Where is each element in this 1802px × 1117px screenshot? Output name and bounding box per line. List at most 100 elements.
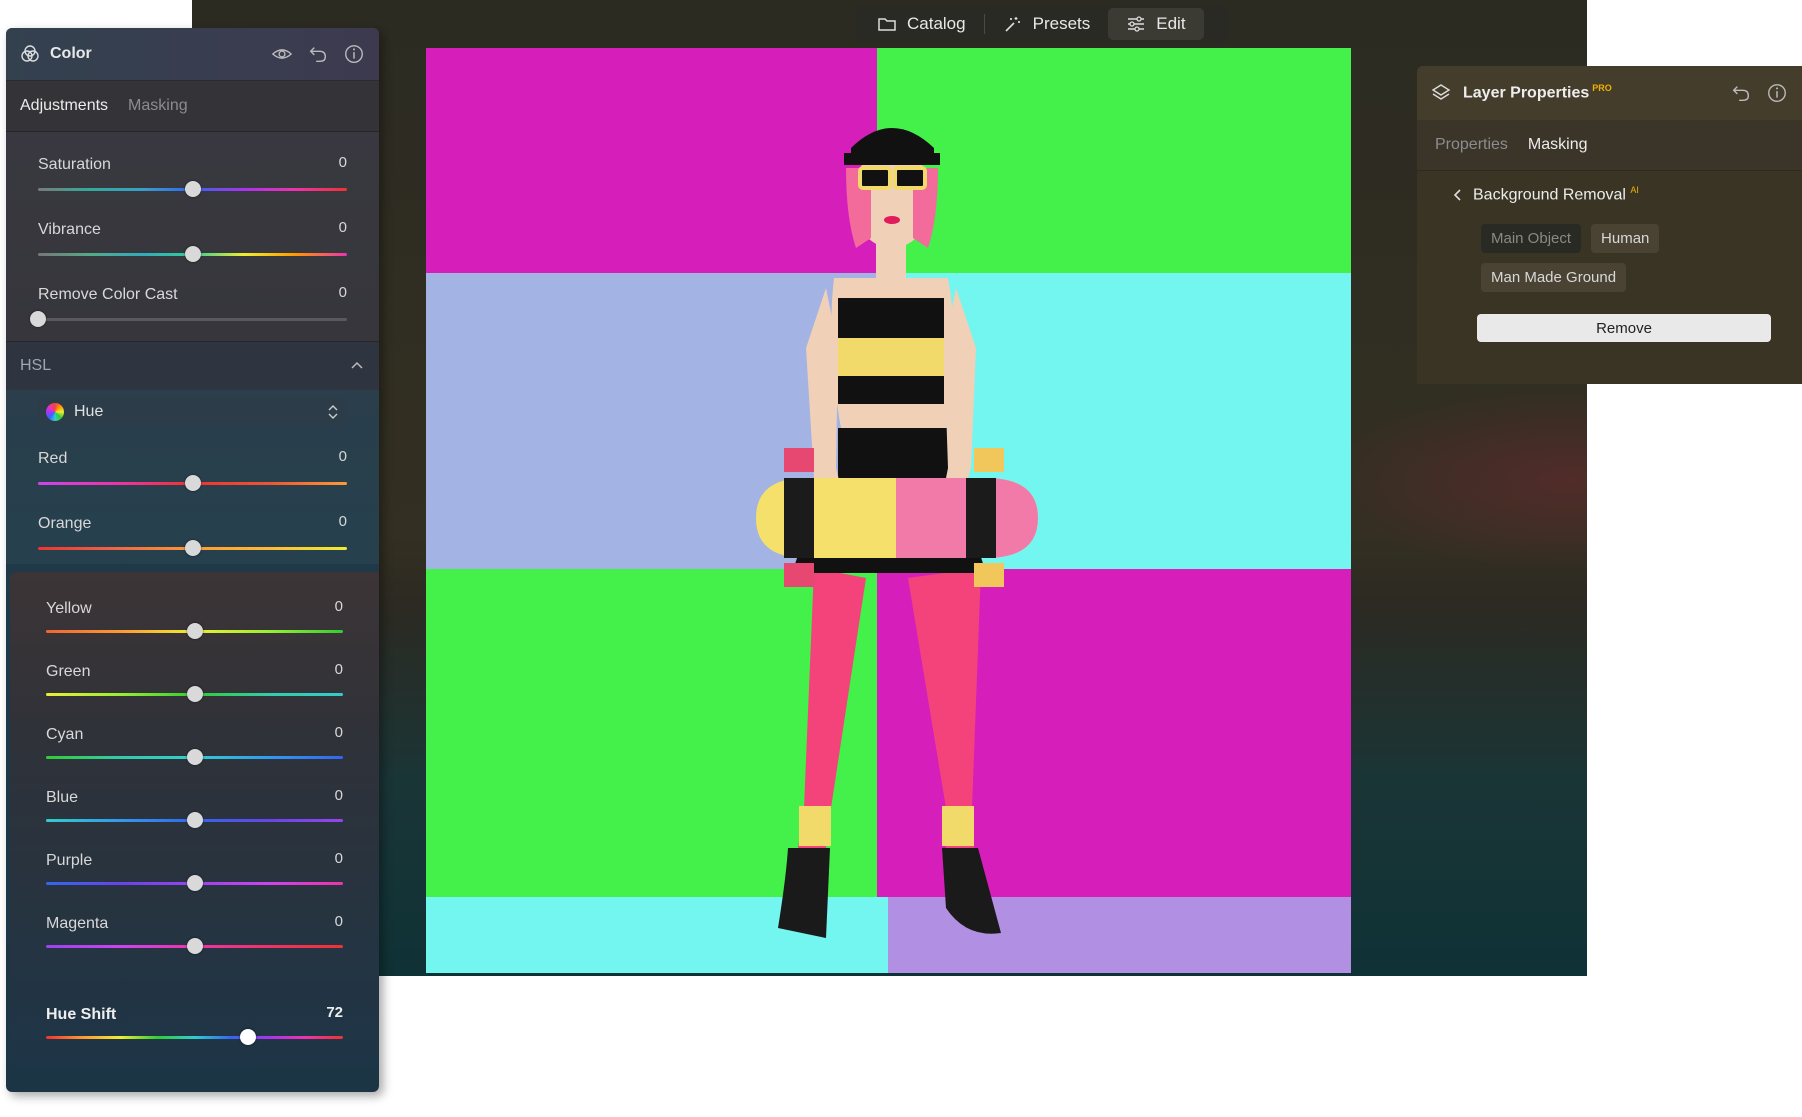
ai-badge: AI	[1630, 185, 1639, 195]
undo-icon[interactable]	[307, 43, 329, 65]
orange-label: Orange	[38, 515, 92, 532]
yellow-label: Yellow	[46, 600, 92, 617]
background-removal-text: Background Removal	[1473, 186, 1626, 204]
red-label: Red	[38, 450, 68, 467]
presets-button[interactable]: Presets	[985, 8, 1109, 40]
folder-icon	[878, 18, 896, 31]
magenta-value: 0	[334, 913, 343, 930]
layer-panel-tabs: Properties Masking	[1417, 120, 1802, 171]
pro-badge: PRO	[1592, 83, 1612, 94]
background-removal-back[interactable]: Background Removal AI	[1453, 185, 1784, 204]
orange-value: 0	[338, 513, 347, 530]
color-panel: Color Adjustments Masking Saturation 0 V…	[6, 28, 379, 1092]
hue-shift-knob[interactable]	[239, 1029, 256, 1045]
edit-label: Edit	[1156, 14, 1186, 33]
saturation-knob[interactable]	[184, 181, 201, 197]
cyan-value: 0	[334, 724, 343, 741]
magenta-label: Magenta	[46, 915, 109, 932]
color-panel-tabs: Adjustments Masking	[6, 81, 379, 131]
green-value: 0	[334, 661, 343, 678]
sliders-icon	[1128, 16, 1145, 32]
hsl-body: Hue Red 0 Orange 0	[6, 390, 379, 564]
chip-main-object[interactable]: Main Object	[1481, 224, 1582, 254]
remove-color-cast-value: 0	[338, 284, 347, 301]
presets-label: Presets	[1032, 14, 1091, 33]
purple-label: Purple	[46, 852, 93, 869]
undo-icon[interactable]	[1730, 82, 1752, 104]
color-circles-icon	[21, 45, 39, 62]
layer-panel-header: Layer Properties PRO	[1417, 66, 1802, 120]
model-figure	[756, 128, 1038, 938]
red-slider[interactable]: Red 0	[6, 432, 379, 497]
blue-slider[interactable]: Blue 0	[10, 769, 379, 832]
tab-layer-masking[interactable]: Masking	[1528, 136, 1588, 154]
info-icon[interactable]	[343, 43, 365, 65]
object-chips: Main Object Human Man Made Ground	[1481, 224, 1721, 293]
color-panel-title: Color	[50, 45, 92, 62]
tab-masking[interactable]: Masking	[128, 97, 188, 115]
blue-label: Blue	[46, 789, 79, 806]
hue-shift-label: Hue Shift	[46, 1006, 117, 1023]
red-knob[interactable]	[184, 475, 201, 491]
saturation-value: 0	[338, 154, 347, 171]
remove-color-cast-label: Remove Color Cast	[38, 286, 178, 303]
magenta-knob[interactable]	[186, 938, 203, 954]
magic-wand-icon	[1005, 17, 1020, 32]
chevron-left-icon	[1453, 189, 1461, 201]
green-label: Green	[46, 663, 91, 680]
tab-properties[interactable]: Properties	[1435, 136, 1508, 154]
hue-shift-value: 72	[326, 1004, 343, 1021]
hue-shift-track[interactable]	[46, 1036, 343, 1039]
hsl-title: HSL	[20, 357, 52, 374]
top-toolbar: Catalog Presets Edit	[855, 5, 1229, 43]
edit-button[interactable]: Edit	[1108, 8, 1204, 40]
purple-value: 0	[334, 850, 343, 867]
remove-button[interactable]: Remove	[1477, 314, 1771, 343]
orange-slider[interactable]: Orange 0	[6, 497, 379, 562]
catalog-label: Catalog	[907, 14, 966, 33]
hsl-section-header[interactable]: HSL	[6, 342, 379, 390]
cyan-knob[interactable]	[186, 749, 203, 765]
green-knob[interactable]	[186, 686, 203, 702]
vibrance-value: 0	[338, 219, 347, 236]
purple-knob[interactable]	[186, 875, 203, 891]
cyan-slider[interactable]: Cyan 0	[10, 706, 379, 769]
updown-chevron-icon	[328, 405, 338, 419]
yellow-slider[interactable]: Yellow 0	[10, 580, 379, 643]
catalog-button[interactable]: Catalog	[859, 8, 984, 40]
layers-icon	[1431, 84, 1451, 100]
tab-adjustments[interactable]: Adjustments	[20, 97, 108, 115]
color-panel-header: Color	[6, 28, 379, 81]
layer-properties-panel: Layer Properties PRO Properties Masking B…	[1417, 66, 1802, 384]
chevron-up-icon[interactable]	[349, 358, 365, 374]
hsl-mode-value: Hue	[74, 403, 104, 420]
yellow-value: 0	[334, 598, 343, 615]
blue-knob[interactable]	[186, 812, 203, 828]
layer-panel-body: Background Removal AI Main Object Human …	[1417, 171, 1802, 356]
hsl-mode-select[interactable]: Hue	[38, 398, 347, 426]
saturation-label: Saturation	[38, 156, 111, 173]
hue-shift-slider[interactable]: Hue Shift 72	[10, 986, 379, 1066]
layer-panel-title-text: Layer Properties	[1463, 84, 1590, 102]
photo-canvas[interactable]	[426, 48, 1351, 973]
remove-color-cast-track[interactable]	[38, 318, 347, 321]
chip-human[interactable]: Human	[1591, 224, 1660, 254]
chip-man-made-ground[interactable]: Man Made Ground	[1481, 263, 1627, 293]
orange-knob[interactable]	[184, 540, 201, 556]
vibrance-label: Vibrance	[38, 221, 101, 238]
magenta-slider[interactable]: Magenta 0	[10, 895, 379, 958]
remove-color-cast-slider[interactable]: Remove Color Cast 0	[6, 268, 379, 333]
saturation-slider[interactable]: Saturation 0	[6, 138, 379, 203]
hsl-extended-sliders: Yellow 0 Green 0 Cyan 0 Blue 0 Purple 0	[10, 572, 379, 1066]
red-value: 0	[338, 448, 347, 465]
yellow-knob[interactable]	[186, 623, 203, 639]
eye-icon[interactable]	[271, 43, 293, 65]
info-icon[interactable]	[1766, 82, 1788, 104]
layer-panel-title: Layer Properties PRO	[1463, 83, 1730, 102]
vibrance-slider[interactable]: Vibrance 0	[6, 203, 379, 268]
purple-slider[interactable]: Purple 0	[10, 832, 379, 895]
vibrance-knob[interactable]	[184, 246, 201, 262]
blue-value: 0	[334, 787, 343, 804]
green-slider[interactable]: Green 0	[10, 643, 379, 706]
remove-color-cast-knob[interactable]	[30, 311, 46, 327]
